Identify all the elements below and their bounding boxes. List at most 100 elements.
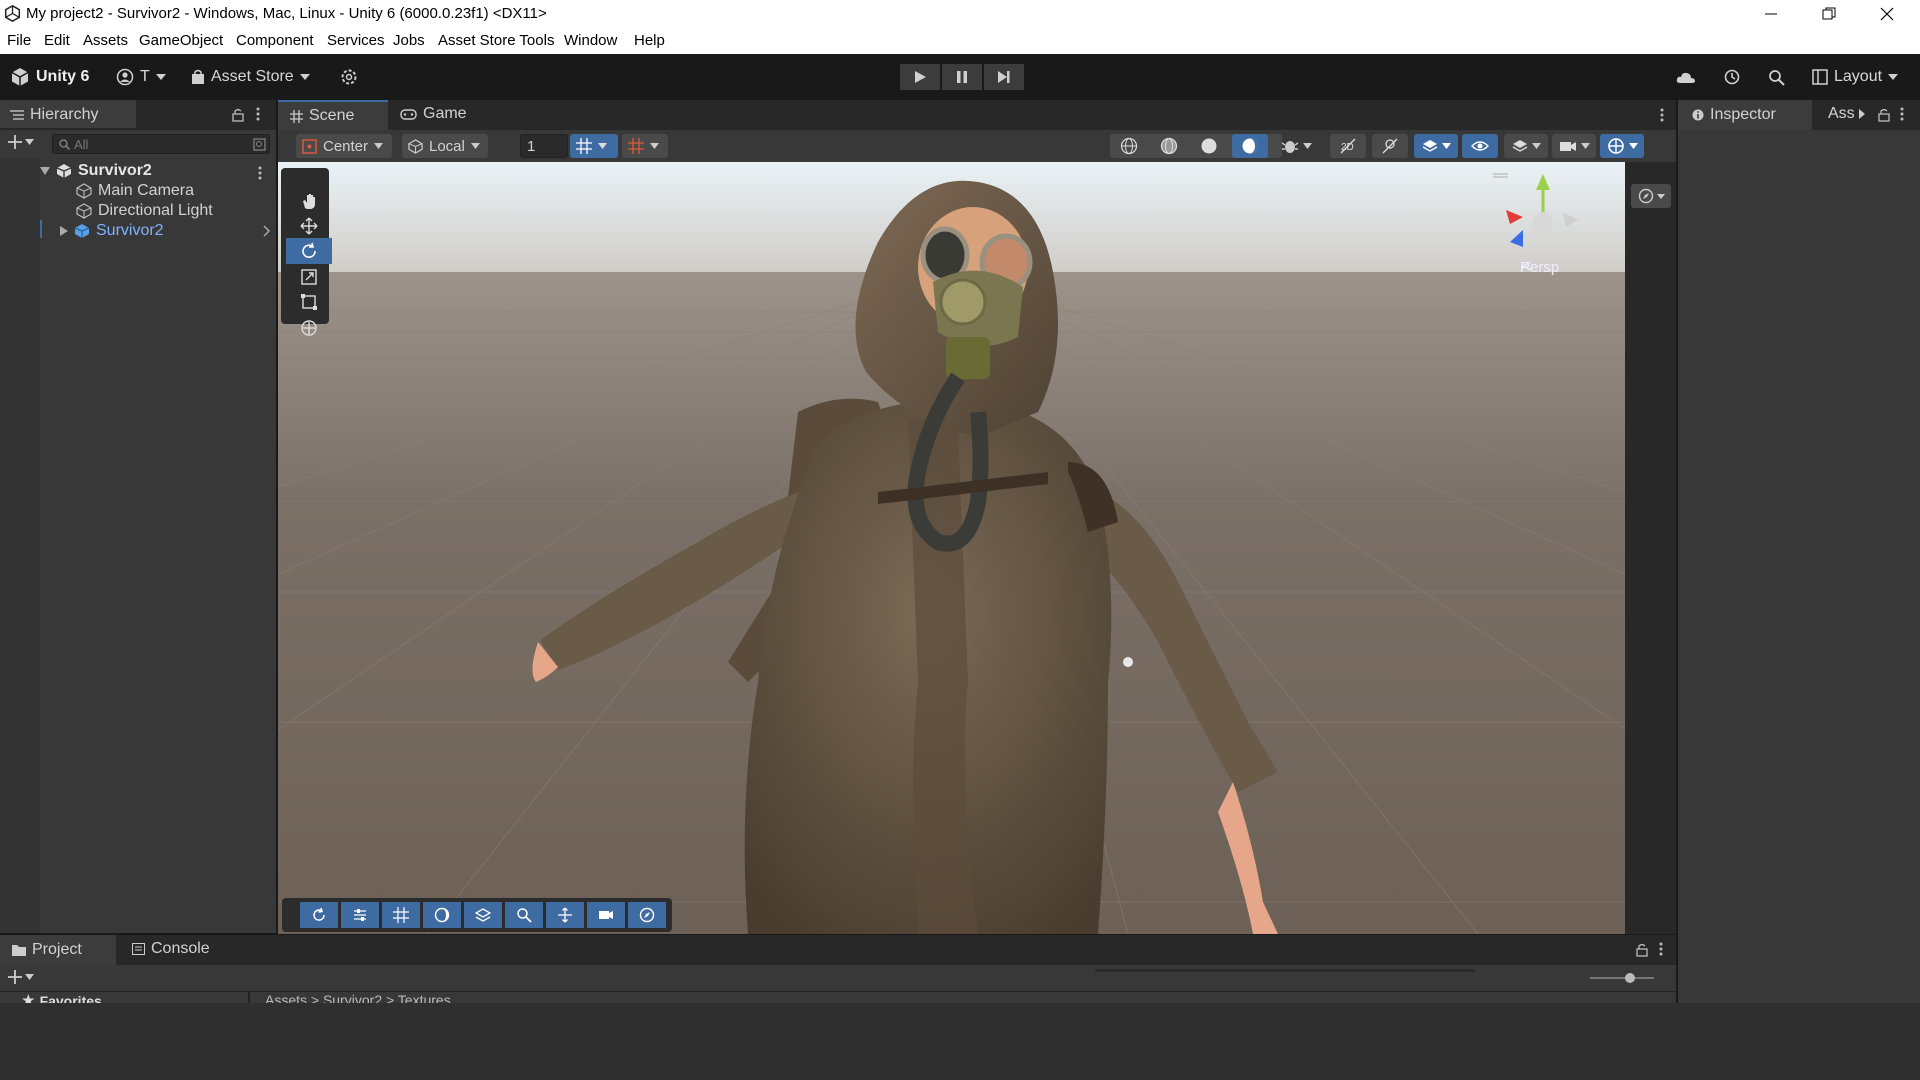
- move-tool-button[interactable]: [286, 213, 332, 239]
- camera-mode-dropdown[interactable]: [1631, 184, 1671, 208]
- debug-draw-mode-dropdown[interactable]: [1276, 136, 1316, 156]
- scale-tool-button[interactable]: [286, 264, 332, 290]
- restore-button[interactable]: [1800, 0, 1858, 28]
- shaded-button[interactable]: [1194, 136, 1224, 156]
- lock-icon[interactable]: [1878, 108, 1890, 122]
- overlay-button-compass[interactable]: [628, 902, 666, 928]
- kebab-menu-icon[interactable]: [258, 166, 262, 180]
- hierarchy-item-survivor2-prefab[interactable]: Survivor2: [60, 222, 164, 240]
- overlay-button-lighting[interactable]: [423, 902, 461, 928]
- overlay-button-grid[interactable]: [382, 902, 420, 928]
- project-create-dropdown[interactable]: [8, 970, 34, 984]
- menu-bar: File Edit Assets GameObject Component Se…: [0, 28, 1920, 54]
- overlay-button-pivot[interactable]: [546, 902, 584, 928]
- menu-file[interactable]: File: [7, 32, 31, 49]
- menu-edit[interactable]: Edit: [44, 32, 70, 49]
- kebab-menu-icon[interactable]: [1900, 107, 1904, 121]
- layers-dropdown[interactable]: [1504, 134, 1548, 158]
- rotate-tool-button[interactable]: [286, 238, 332, 264]
- project-search-input[interactable]: [1095, 969, 1475, 972]
- tab-game[interactable]: Game: [400, 105, 467, 123]
- menu-help[interactable]: Help: [634, 32, 665, 49]
- menu-asset-store-tools[interactable]: Asset Store Tools: [438, 32, 554, 49]
- scene-camera-dropdown[interactable]: [1552, 134, 1596, 158]
- menu-services[interactable]: Services: [327, 32, 385, 49]
- search-button[interactable]: [1768, 65, 1785, 89]
- open-prefab-arrow-icon[interactable]: [263, 225, 271, 237]
- pause-button[interactable]: [942, 64, 982, 90]
- kebab-menu-icon[interactable]: [256, 107, 260, 121]
- hand-tool-button[interactable]: [286, 188, 332, 214]
- scene-visibility-button[interactable]: [1462, 134, 1498, 158]
- step-button[interactable]: [984, 64, 1024, 90]
- close-button[interactable]: [1858, 0, 1916, 28]
- gizmos-dropdown[interactable]: [1600, 134, 1644, 158]
- hierarchy-item-directional-light[interactable]: Directional Light: [76, 202, 213, 220]
- minimize-button[interactable]: [1742, 0, 1800, 28]
- create-dropdown[interactable]: [8, 135, 34, 149]
- gameobject-cube-icon: [76, 203, 92, 219]
- favorites-row[interactable]: ★ Favorites: [22, 992, 102, 1003]
- overlay-button-search[interactable]: [505, 902, 543, 928]
- unity-account-button[interactable]: Unity 6: [10, 65, 89, 89]
- pivot-mode-dropdown[interactable]: Center: [296, 134, 392, 158]
- grid-snapping-toggle[interactable]: [570, 134, 618, 158]
- menu-gameobject[interactable]: GameObject: [139, 32, 223, 49]
- layers-icon: [1512, 140, 1527, 152]
- tab-asset-store[interactable]: Ass: [1828, 105, 1865, 123]
- layout-dropdown[interactable]: Layout: [1812, 65, 1899, 89]
- menu-component[interactable]: Component: [236, 32, 314, 49]
- tab-console[interactable]: Console: [132, 940, 210, 958]
- asset-store-dropdown[interactable]: Asset Store: [191, 65, 310, 89]
- tab-hierarchy[interactable]: Hierarchy: [0, 100, 136, 128]
- slider-handle[interactable]: [1625, 973, 1635, 983]
- overlay-button-navmesh[interactable]: [464, 902, 502, 928]
- effects-toggle-dropdown[interactable]: [1414, 134, 1458, 158]
- grid-snap-input[interactable]: 1: [520, 134, 568, 158]
- inspector-tab-label: Inspector: [1710, 106, 1776, 123]
- menu-window[interactable]: Window: [564, 32, 617, 49]
- menu-jobs[interactable]: Jobs: [393, 32, 425, 49]
- overlay-button-camera[interactable]: [587, 902, 625, 928]
- history-button[interactable]: [1723, 65, 1741, 89]
- play-button[interactable]: [900, 64, 940, 90]
- package-settings-button[interactable]: [340, 65, 358, 89]
- account-dropdown[interactable]: T: [116, 65, 166, 89]
- wireframe-shading-button[interactable]: [1114, 136, 1144, 156]
- scene-root-row[interactable]: Survivor2: [40, 162, 152, 180]
- chevron-right-icon[interactable]: [60, 226, 68, 236]
- hierarchy-item-main-camera[interactable]: Main Camera: [76, 182, 194, 200]
- rect-tool-button[interactable]: [286, 289, 332, 315]
- menu-assets[interactable]: Assets: [83, 32, 128, 49]
- gear-icon: [341, 69, 357, 85]
- pivot-rotation-dropdown[interactable]: Local: [402, 134, 488, 158]
- search-by-type-icon[interactable]: [253, 138, 266, 151]
- kebab-menu-icon[interactable]: [1660, 108, 1664, 122]
- scene-render[interactable]: Persp: [278, 162, 1625, 934]
- overlay-button-settings[interactable]: [341, 902, 379, 928]
- tab-project[interactable]: Project: [0, 935, 116, 965]
- chevron-down-icon: [470, 143, 480, 149]
- kebab-menu-icon[interactable]: [1659, 942, 1663, 956]
- transform-tool-button[interactable]: [286, 315, 332, 341]
- lock-icon[interactable]: [1636, 943, 1648, 957]
- 2d-toggle-button[interactable]: 2D: [1330, 134, 1366, 158]
- tab-scene[interactable]: Scene: [278, 100, 388, 130]
- grid-snap-icon: [576, 138, 592, 154]
- project-breadcrumb[interactable]: Assets > Survivor2 > Textures: [265, 992, 451, 1003]
- bug-icon: [1281, 141, 1298, 153]
- shaded-wireframe-button[interactable]: [1154, 136, 1184, 156]
- lit-toggle-button[interactable]: [1232, 134, 1268, 158]
- hierarchy-search-input[interactable]: All: [52, 134, 270, 154]
- unity-logo-icon: [4, 5, 21, 22]
- overlay-button-orbit[interactable]: [300, 902, 338, 928]
- chevron-down-icon: [40, 167, 50, 175]
- tab-inspector[interactable]: Inspector: [1678, 100, 1812, 130]
- icon-size-slider[interactable]: [1590, 977, 1654, 979]
- lock-icon[interactable]: [232, 108, 244, 122]
- title-bar: My project2 - Survivor2 - Windows, Mac, …: [0, 0, 1920, 28]
- increment-snap-dropdown[interactable]: [622, 134, 668, 158]
- cloud-button[interactable]: [1676, 65, 1696, 89]
- lighting-toggle-button[interactable]: [1372, 134, 1408, 158]
- scene-viewport[interactable]: Persp: [278, 162, 1625, 934]
